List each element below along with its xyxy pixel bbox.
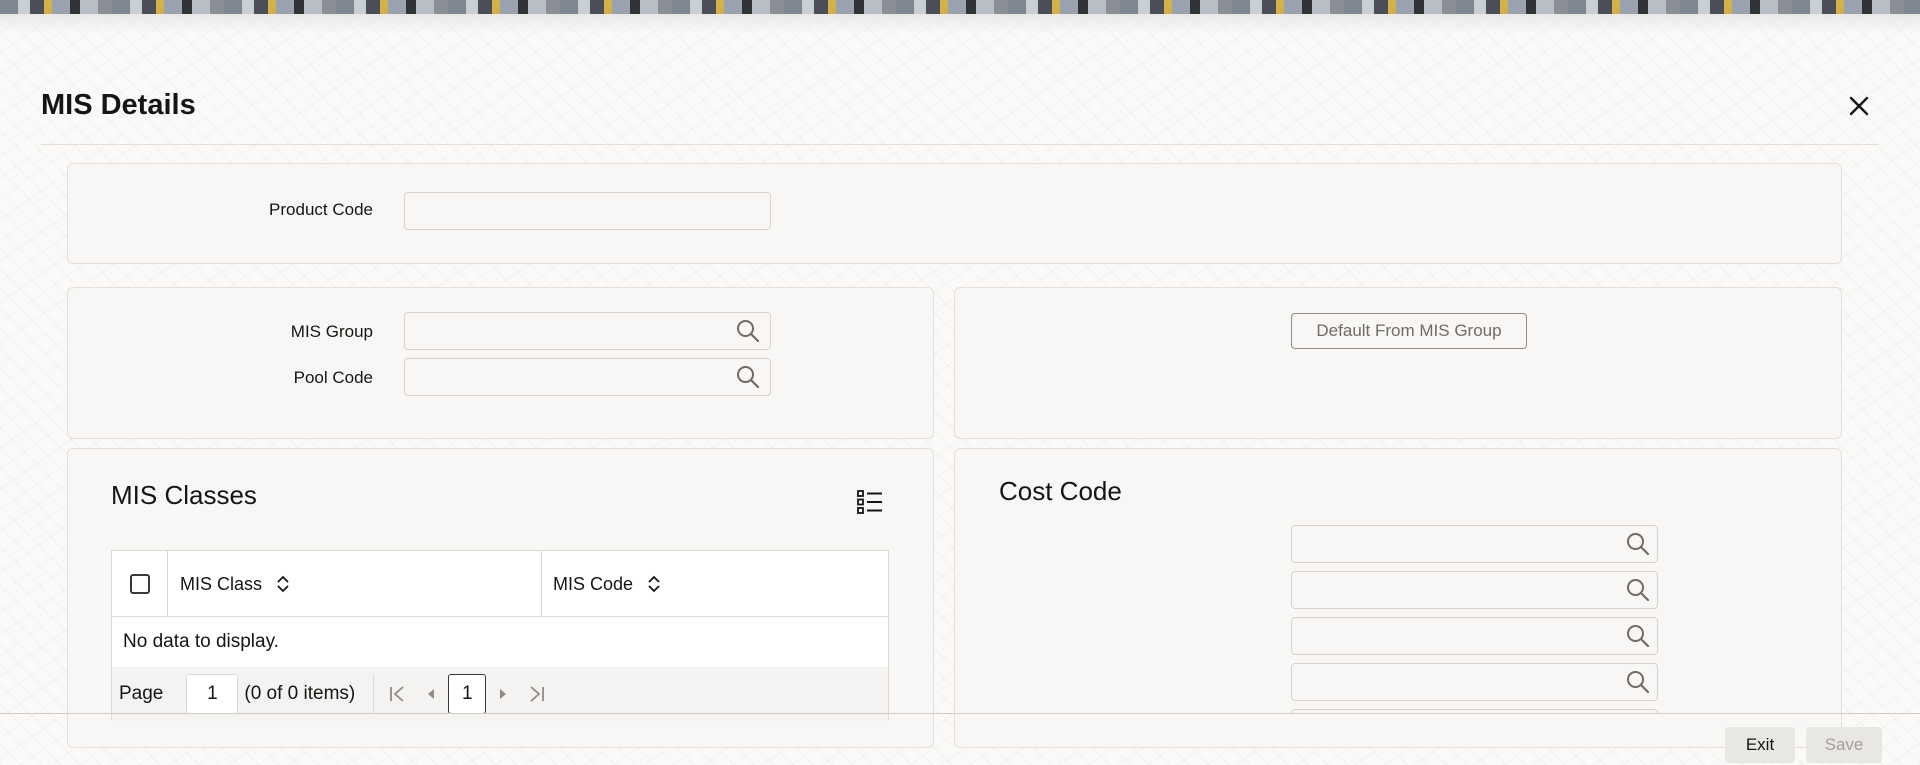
column-header-mis-code[interactable]: MIS Code <box>543 551 888 617</box>
mis-group-input[interactable] <box>404 312 771 350</box>
pool-code-label: Pool Code <box>293 368 373 387</box>
sort-icon <box>647 575 661 593</box>
select-all-cell <box>112 551 168 617</box>
close-icon <box>1849 96 1869 116</box>
cost-code-search-button-4[interactable] <box>1623 667 1653 697</box>
page-number-input[interactable]: 1 <box>186 674 239 714</box>
column-header-label: MIS Code <box>553 573 634 594</box>
column-settings-button[interactable] <box>855 487 885 517</box>
cost-code-search-button-2[interactable] <box>1623 575 1653 605</box>
sort-icon <box>276 575 290 593</box>
search-icon <box>1627 533 1650 556</box>
product-code-label: Product Code <box>269 200 373 219</box>
column-header-mis-class[interactable]: MIS Class <box>169 551 542 617</box>
next-page-button[interactable] <box>486 674 520 714</box>
product-code-input[interactable] <box>404 192 771 230</box>
save-button[interactable]: Save <box>1806 727 1882 763</box>
search-icon <box>1627 625 1650 648</box>
pool-code-search-button[interactable] <box>733 362 763 392</box>
cost-code-search-button-1[interactable] <box>1623 529 1653 559</box>
title-divider <box>41 144 1879 145</box>
list-settings-icon <box>857 490 882 514</box>
page-label: Page <box>119 683 164 704</box>
first-page-button[interactable] <box>380 674 414 714</box>
pager-divider <box>373 674 375 714</box>
search-icon <box>1627 671 1650 694</box>
mis-classes-table: MIS Class MIS Code No data to display. P… <box>111 550 889 721</box>
cost-code-input-1[interactable] <box>1291 525 1658 563</box>
mis-group-label: MIS Group <box>290 322 373 341</box>
cost-code-input-4[interactable] <box>1291 663 1658 701</box>
last-page-button[interactable] <box>520 674 554 714</box>
default-from-mis-group-button[interactable]: Default From MIS Group <box>1291 313 1527 349</box>
search-icon <box>1627 579 1650 602</box>
empty-message: No data to display. <box>123 631 279 652</box>
footer-divider <box>0 713 1920 714</box>
search-icon <box>737 366 760 389</box>
pool-code-input[interactable] <box>404 358 771 396</box>
cost-code-title: Cost Code <box>999 476 1122 506</box>
last-page-icon <box>530 686 545 702</box>
page-title: MIS Details <box>41 89 196 121</box>
close-button[interactable] <box>1844 91 1874 121</box>
mis-classes-title: MIS Classes <box>111 480 257 510</box>
prev-page-icon <box>428 689 435 699</box>
first-page-icon <box>390 686 404 702</box>
column-header-label: MIS Class <box>180 573 263 594</box>
search-icon <box>737 320 760 343</box>
table-header-row: MIS Class MIS Code <box>112 551 888 617</box>
prev-page-button[interactable] <box>414 674 448 714</box>
items-summary: (0 of 0 items) <box>244 683 356 704</box>
cost-code-search-button-3[interactable] <box>1623 621 1653 651</box>
next-page-icon <box>500 689 507 699</box>
select-all-checkbox[interactable] <box>129 574 150 594</box>
cost-code-input-3[interactable] <box>1291 617 1658 655</box>
exit-button[interactable]: Exit <box>1725 727 1795 763</box>
current-page-button[interactable]: 1 <box>448 674 487 714</box>
header-banner-strip <box>0 0 1920 34</box>
cost-code-input-2[interactable] <box>1291 571 1658 609</box>
mis-group-search-button[interactable] <box>733 316 763 346</box>
default-panel <box>954 287 1842 439</box>
